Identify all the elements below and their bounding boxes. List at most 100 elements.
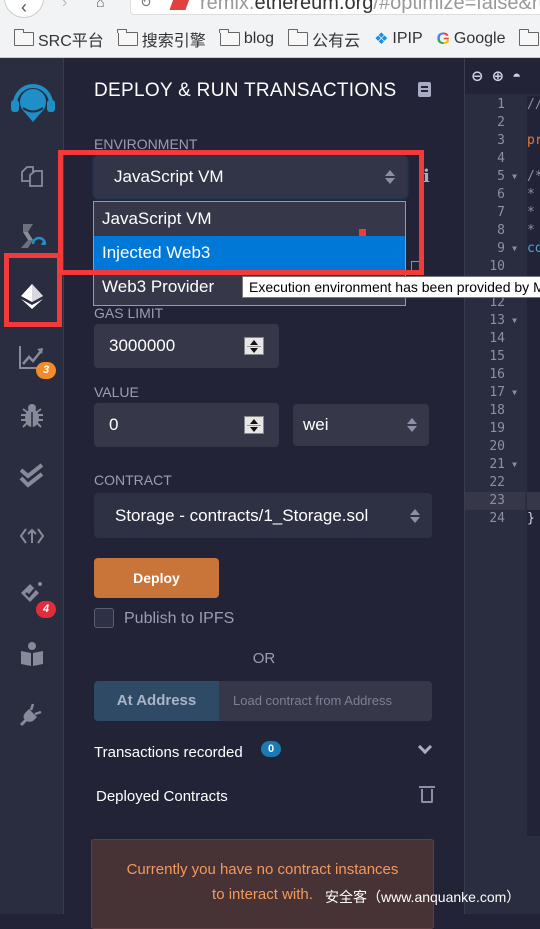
folder-icon bbox=[518, 28, 540, 46]
documentation-icon[interactable] bbox=[418, 82, 431, 97]
sidebar-item-solidity-compiler[interactable] bbox=[16, 221, 48, 253]
environment-select[interactable]: JavaScript VM bbox=[94, 156, 407, 198]
deploy-run-panel: DEPLOY & RUN TRANSACTIONS ENVIRONMENT Ja… bbox=[65, 58, 463, 929]
forward-button[interactable]: › bbox=[62, 0, 67, 12]
line-number: 3 bbox=[497, 133, 505, 148]
value-unit-selected: wei bbox=[303, 415, 329, 434]
bookmark-label: 公有云 bbox=[312, 32, 361, 50]
fold-arrow-icon[interactable]: ▼ bbox=[512, 456, 517, 474]
select-arrows-icon bbox=[385, 170, 395, 184]
double-check-icon bbox=[19, 463, 44, 488]
line-number: 19 bbox=[489, 421, 505, 436]
fold-arrow-icon[interactable]: ▼ bbox=[512, 312, 517, 330]
trash-icon[interactable] bbox=[419, 786, 435, 803]
contract-select[interactable]: Storage - contracts/1_Storage.sol bbox=[94, 493, 432, 538]
sidebar-item-testing[interactable] bbox=[16, 460, 48, 492]
no-instances-notice: Currently you have no contract instances… bbox=[91, 839, 434, 929]
line-number: 21 ▼ bbox=[489, 456, 517, 474]
bookmark-public-cloud[interactable]: 公有云 bbox=[287, 27, 361, 51]
folder-icon bbox=[287, 28, 309, 46]
sidebar-item-file-explorer[interactable] bbox=[16, 160, 48, 192]
notice-line-1: Currently you have no contract instances bbox=[126, 861, 399, 878]
sidebar-item-deploy-run[interactable] bbox=[16, 280, 48, 312]
line-number: 23 bbox=[465, 492, 525, 510]
deployed-contracts-label: Deployed Contracts bbox=[96, 788, 228, 805]
line-number: 4 bbox=[497, 151, 505, 166]
chevron-down-icon[interactable] bbox=[417, 739, 433, 755]
remix-home-icon[interactable]: ◓ bbox=[512, 68, 521, 85]
line-number: 15 bbox=[489, 349, 505, 364]
line-number-gutter: 12345▼6789▼10111213▼14151617▼18192021▼22… bbox=[465, 96, 525, 528]
at-address-button[interactable]: At Address bbox=[94, 681, 219, 721]
bookmark-src[interactable]: SRC平台 bbox=[13, 27, 104, 51]
line-number: 1 bbox=[497, 97, 505, 112]
bookmark-more[interactable] bbox=[518, 28, 540, 46]
ethereum-icon bbox=[21, 284, 43, 309]
sidebar-item-learn[interactable] bbox=[16, 638, 48, 670]
code-editor: ⊖ ⊕ ◓ 12345▼6789▼10111213▼14151617▼18192… bbox=[464, 58, 540, 914]
back-button[interactable]: ‹ bbox=[4, 0, 44, 18]
folder-icon bbox=[13, 28, 34, 46]
line-number: 5 ▼ bbox=[497, 168, 517, 186]
bug-icon bbox=[21, 404, 43, 428]
reload-icon[interactable]: ↻ bbox=[140, 0, 152, 11]
transactions-recorded-label[interactable]: Transactions recorded bbox=[94, 744, 243, 761]
line-number: 10 bbox=[489, 259, 505, 274]
edit-icon[interactable] bbox=[411, 261, 423, 273]
zoom-out-icon[interactable]: ⊖ bbox=[471, 67, 484, 85]
analysis-badge: 3 bbox=[36, 362, 56, 379]
fold-arrow-icon[interactable]: ▼ bbox=[512, 168, 517, 186]
sidebar-item-debugger[interactable] bbox=[16, 400, 48, 432]
value-unit-select[interactable]: wei bbox=[293, 404, 429, 446]
gas-limit-value: 3000000 bbox=[109, 336, 176, 355]
value-stepper[interactable] bbox=[244, 416, 264, 434]
line-number: 6 bbox=[497, 187, 505, 202]
sidebar-item-network[interactable] bbox=[16, 520, 48, 552]
code-area[interactable]: // pr /* * * * co} bbox=[527, 96, 540, 836]
home-button[interactable]: ⌂ bbox=[96, 0, 104, 10]
code-line: * bbox=[527, 187, 535, 202]
environment-selected-value: JavaScript VM bbox=[114, 167, 224, 186]
at-address-input[interactable]: Load contract from Address bbox=[219, 681, 432, 721]
gas-limit-input[interactable]: 3000000 bbox=[94, 324, 279, 368]
line-number: 14 bbox=[489, 331, 505, 346]
fold-arrow-icon[interactable]: ▼ bbox=[512, 384, 517, 402]
value-input[interactable]: 0 bbox=[94, 403, 279, 447]
value-amount: 0 bbox=[109, 415, 119, 434]
bookmark-search-engines[interactable]: 搜索引擎 bbox=[117, 27, 206, 51]
bookmark-blog[interactable]: blog bbox=[219, 28, 274, 48]
code-line: } bbox=[527, 511, 535, 526]
bookmarks-bar: SRC平台 搜索引擎 blog 公有云 ❖ IPIP G Google bbox=[0, 20, 540, 58]
deploy-button[interactable]: Deploy bbox=[94, 558, 219, 598]
line-number: 20 bbox=[489, 439, 505, 454]
line-number: 2 bbox=[497, 115, 505, 130]
fold-arrow-icon[interactable]: ▼ bbox=[512, 240, 517, 258]
line-number: 9 ▼ bbox=[497, 240, 517, 258]
environment-option-injected-web3[interactable]: Injected Web3 bbox=[94, 236, 405, 270]
url-text[interactable]: remix.ethereum.org/#optimize=false&ru bbox=[200, 0, 540, 15]
zoom-in-icon[interactable]: ⊕ bbox=[492, 67, 505, 85]
ipip-icon: ❖ bbox=[374, 30, 389, 48]
code-line bbox=[527, 492, 540, 510]
bookmark-google[interactable]: G Google bbox=[437, 29, 506, 49]
gas-limit-stepper[interactable] bbox=[244, 337, 264, 355]
browser-toolbar: ‹ › ⌂ ↻ remix.ethereum.org/#optimize=fal… bbox=[0, 0, 540, 20]
remix-logo-icon[interactable] bbox=[8, 78, 58, 126]
publish-ipfs-checkbox[interactable] bbox=[94, 608, 114, 628]
icon-sidebar: 3 4 bbox=[0, 58, 64, 914]
plug-icon bbox=[19, 703, 42, 727]
info-icon[interactable]: i bbox=[423, 166, 430, 187]
publish-ipfs-label: Publish to IPFS bbox=[124, 610, 235, 627]
bookmark-ipip[interactable]: ❖ IPIP bbox=[374, 29, 423, 49]
sidebar-item-plugin-manager[interactable] bbox=[16, 698, 48, 730]
